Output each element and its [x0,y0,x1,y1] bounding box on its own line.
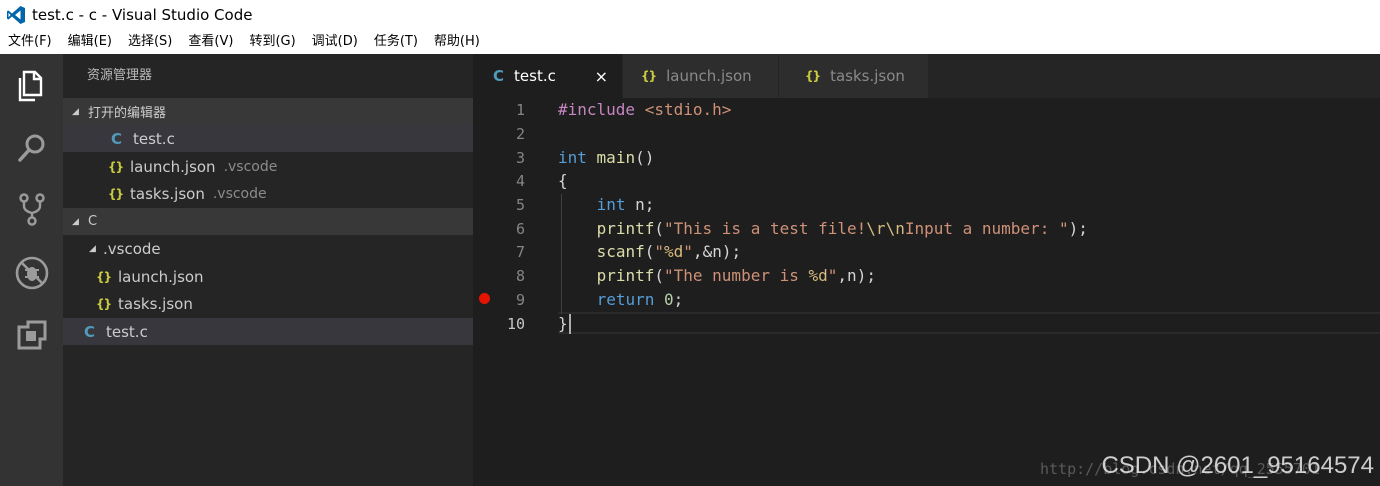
watermark: CSDN @2601_95164574 [1101,452,1374,479]
c-file-icon: C [111,129,123,148]
open-editor-name: launch.json [130,157,216,176]
close-icon[interactable]: × [595,67,608,86]
code-line: printf("The number is %d",n); [596,266,876,285]
code-editor[interactable]: 1 2 3 4 5 6 7 8 9 10 #include <stdio.h> … [473,98,1380,486]
menu-bar: 文件(F) 编辑(E) 选择(S) 查看(V) 转到(G) 调试(D) 任务(T… [0,30,1380,54]
code-line: scanf("%d",&n); [596,242,742,261]
folder-c-label: C [88,214,98,229]
chevron-down-icon: ◢ [72,216,79,227]
tab-label: launch.json [666,67,752,85]
menu-file[interactable]: 文件(F) [0,30,60,54]
line-number: 7 [515,243,525,261]
code-line: } [558,314,568,333]
explorer-sidebar: 资源管理器 ◢ 打开的编辑器 C test.c {} launch.json .… [63,54,473,486]
vscode-logo-icon [7,6,25,24]
line-number: 10 [506,315,525,333]
code-line: int main() [558,148,655,167]
tab-tasks-json[interactable]: {} tasks.json [779,54,929,98]
current-line-highlight [558,312,1380,334]
tree-item-vscode-folder[interactable]: ◢ .vscode [63,235,473,262]
open-editor-folder: .vscode [212,185,267,202]
menu-edit[interactable]: 编辑(E) [60,30,120,54]
title-bar: test.c - c - Visual Studio Code [0,0,1380,30]
tab-label: test.c [514,67,556,85]
line-number: 1 [515,101,525,119]
source-control-icon[interactable] [12,189,52,229]
sidebar-title: 资源管理器 [87,68,153,83]
activity-bar [0,54,63,486]
code-line: { [558,171,568,190]
tab-test-c[interactable]: C test.c × [473,54,623,98]
open-editor-item-launch-json[interactable]: {} launch.json .vscode [63,153,473,180]
tab-launch-json[interactable]: {} launch.json [623,54,779,98]
code-line: int n; [596,195,655,214]
json-file-icon: {} [641,69,657,83]
window-title: test.c - c - Visual Studio Code [32,6,253,24]
debug-icon[interactable] [12,253,52,293]
menu-go[interactable]: 转到(G) [241,30,303,54]
c-file-icon: C [493,67,505,85]
code-line: return 0; [596,290,684,309]
line-number: 9 [515,291,525,309]
explorer-icon[interactable] [12,66,52,106]
line-number: 6 [515,220,525,238]
chevron-down-icon: ◢ [72,106,79,117]
line-number: 8 [515,267,525,285]
editor-tabs: C test.c × {} launch.json {} tasks.json [473,54,1380,98]
open-editor-name: test.c [133,129,175,148]
c-file-icon: C [84,322,96,341]
code-line: #include <stdio.h> [558,100,732,119]
tree-item-tasks-json[interactable]: {} tasks.json [63,290,473,317]
tree-item-launch-json[interactable]: {} launch.json [63,263,473,290]
tree-item-test-c[interactable]: C test.c [63,318,473,345]
chevron-down-icon: ◢ [89,243,96,254]
menu-help[interactable]: 帮助(H) [426,30,488,54]
json-file-icon: {} [805,69,821,83]
folder-c-header[interactable]: ◢ C [63,208,473,235]
line-number: 4 [515,172,525,190]
tree-item-label: test.c [106,322,148,341]
text-cursor [569,314,571,334]
open-editor-name: tasks.json [130,184,205,203]
tree-item-label: launch.json [118,267,204,286]
code-line: printf("This is a test file!\r\nInput a … [596,219,1088,238]
menu-debug[interactable]: 调试(D) [304,30,366,54]
line-number: 2 [515,125,525,143]
json-file-icon: {} [96,296,112,311]
line-number: 5 [515,196,525,214]
tree-item-label: tasks.json [118,294,193,313]
search-icon[interactable] [12,128,52,168]
json-file-icon: {} [108,159,124,174]
line-number: 3 [515,149,525,167]
extensions-icon[interactable] [12,315,52,355]
menu-view[interactable]: 查看(V) [180,30,241,54]
menu-tasks[interactable]: 任务(T) [366,30,426,54]
open-editors-header[interactable]: ◢ 打开的编辑器 [63,98,473,125]
json-file-icon: {} [96,269,112,284]
open-editor-item-tasks-json[interactable]: {} tasks.json .vscode [63,180,473,207]
tab-label: tasks.json [830,67,905,85]
json-file-icon: {} [108,186,124,201]
open-editor-item-test-c[interactable]: C test.c [63,125,473,152]
menu-selection[interactable]: 选择(S) [120,30,180,54]
open-editors-label: 打开的编辑器 [88,106,167,121]
tree-item-label: .vscode [103,239,161,258]
open-editor-folder: .vscode [223,158,278,175]
